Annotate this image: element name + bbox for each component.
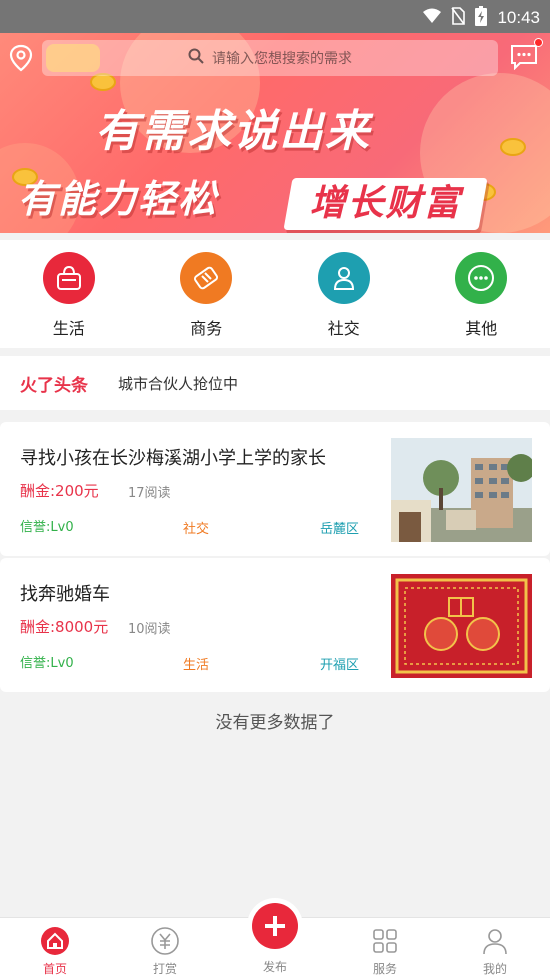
banner-line2: 有能力轻松 [18, 177, 219, 221]
message-icon[interactable] [510, 44, 538, 71]
more-dots-icon [455, 252, 508, 304]
headline-ticker[interactable]: 火了头条 城市合伙人抢位中 [0, 356, 550, 410]
category-grid: 生活 商务 社交 其他 [0, 240, 550, 348]
tab-label: 我的 [482, 962, 507, 976]
banner-line1: 有需求说出来 [95, 106, 371, 157]
search-icon [188, 48, 204, 68]
category-label: 其他 [465, 319, 498, 338]
post-card[interactable]: 寻找小孩在长沙梅溪湖小学上学的家长 酬金:200元 17阅读 信誉:Lv0 社交… [0, 422, 550, 556]
tab-label: 服务 [372, 962, 397, 976]
post-card[interactable]: 找奔驰婚车 酬金:8000元 10阅读 信誉:Lv0 生活 开福区 [0, 558, 550, 692]
people-icon [317, 252, 370, 304]
banner-highlight-box: 增长财富 [283, 178, 488, 230]
no-more-data-text: 没有更多数据了 [215, 713, 335, 733]
category-business[interactable]: 商务 [138, 240, 276, 348]
post-credit: 信誉:Lv0 [20, 656, 74, 671]
tab-mine[interactable]: 我的 [440, 918, 550, 979]
post-reward: 酬金:8000元 [20, 618, 109, 636]
category-label: 商务 [190, 319, 223, 338]
status-bar: 10:43 [0, 0, 550, 33]
no-sim-icon [451, 7, 466, 29]
category-label: 社交 [327, 319, 360, 338]
category-social[interactable]: 社交 [275, 240, 413, 348]
yuan-coin-icon [150, 926, 180, 956]
battery-charging-icon [475, 6, 488, 30]
category-life[interactable]: 生活 [0, 240, 138, 348]
home-icon [40, 926, 70, 956]
post-area: 岳麓区 [320, 522, 360, 537]
post-category: 生活 [183, 658, 210, 673]
post-category: 社交 [183, 522, 210, 537]
tab-label: 打赏 [152, 962, 177, 976]
app-logo [46, 44, 100, 72]
tab-service[interactable]: 服务 [330, 918, 440, 979]
grid-icon [370, 926, 400, 956]
post-reads: 10阅读 [128, 622, 171, 637]
category-other[interactable]: 其他 [413, 240, 550, 348]
tab-label: 发布 [262, 960, 287, 974]
location-icon[interactable] [8, 44, 34, 72]
plus-icon [252, 903, 298, 949]
basket-icon [42, 252, 95, 304]
user-icon [480, 926, 510, 956]
banner-highlight: 增长财富 [309, 183, 462, 224]
post-reward: 酬金:200元 [20, 482, 99, 500]
tab-home[interactable]: 首页 [0, 918, 110, 979]
post-thumbnail [391, 438, 532, 542]
message-badge [534, 38, 543, 47]
post-reads: 17阅读 [128, 486, 171, 501]
post-thumbnail [391, 574, 532, 678]
post-area: 开福区 [320, 658, 360, 673]
wifi-icon [423, 8, 442, 28]
tab-reward[interactable]: 打赏 [110, 918, 220, 979]
post-title: 找奔驰婚车 [20, 584, 110, 605]
post-credit: 信誉:Lv0 [20, 520, 74, 535]
headline-tag: 火了头条 [20, 375, 88, 396]
headline-text[interactable]: 城市合伙人抢位中 [118, 373, 238, 394]
post-title: 寻找小孩在长沙梅溪湖小学上学的家长 [20, 448, 326, 469]
search-placeholder: 请输入您想搜索的需求 [212, 51, 352, 67]
category-label: 生活 [52, 319, 85, 338]
status-time: 10:43 [497, 8, 540, 27]
tab-label: 首页 [42, 962, 67, 976]
search-bar[interactable]: 请输入您想搜索的需求 [42, 40, 498, 76]
publish-button[interactable] [247, 898, 303, 954]
handshake-icon [180, 252, 233, 304]
